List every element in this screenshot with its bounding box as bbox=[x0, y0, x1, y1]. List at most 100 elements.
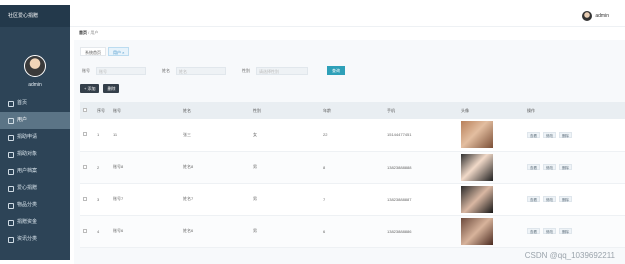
cell-ops: 查看 修改 删除 bbox=[524, 151, 625, 184]
sidebar-item-aid-request[interactable]: 捐助申请 bbox=[0, 129, 70, 146]
column-header: 头像 bbox=[458, 102, 524, 119]
sidebar-item-label: 用户 bbox=[17, 117, 28, 123]
sidebar-item-item-category[interactable]: 物品分类 bbox=[0, 197, 70, 214]
tab-users[interactable]: 用户 × bbox=[108, 47, 130, 56]
view-button[interactable]: 查看 bbox=[527, 228, 540, 234]
cell-no: 3 bbox=[94, 183, 110, 216]
edit-button[interactable]: 修改 bbox=[543, 196, 556, 202]
table-row: 1 11 张三 女 22 15144477451 查看 修改 删除 bbox=[80, 119, 625, 152]
checkbox[interactable] bbox=[83, 228, 87, 233]
sidebar-item-news-category[interactable]: 资讯分类 bbox=[0, 231, 70, 248]
cell-no: 4 bbox=[94, 215, 110, 248]
sidebar-item-label: 爱心捐赠 bbox=[17, 185, 38, 191]
table-row: 2 账号8 姓名8 男 8 13823888888 查看 修改 删除 bbox=[80, 151, 625, 184]
cell-age: 7 bbox=[320, 183, 384, 216]
edit-button[interactable]: 修改 bbox=[543, 228, 556, 234]
row-select[interactable] bbox=[80, 215, 94, 248]
row-delete-button[interactable]: 删除 bbox=[559, 131, 572, 138]
select-all-header[interactable] bbox=[80, 102, 94, 119]
cell-gender: 男 bbox=[250, 151, 320, 184]
edit-button[interactable]: 修改 bbox=[543, 131, 556, 138]
name-input[interactable]: 姓名 bbox=[176, 66, 226, 75]
cell-avatar bbox=[458, 183, 524, 216]
user-photo bbox=[461, 185, 493, 213]
sidebar-profile: admin bbox=[0, 55, 70, 88]
top-user-menu[interactable]: admin bbox=[582, 11, 609, 21]
query-button[interactable]: 查询 bbox=[327, 66, 345, 75]
sidebar-item-label: 捐赠资金 bbox=[17, 219, 38, 225]
cell-name: 姓名7 bbox=[180, 183, 250, 216]
row-delete-button[interactable]: 删除 bbox=[559, 196, 572, 202]
checkbox[interactable] bbox=[83, 164, 87, 169]
cell-account: 账号7 bbox=[110, 183, 180, 216]
cell-age: 8 bbox=[320, 151, 384, 184]
home-icon bbox=[8, 100, 14, 107]
cell-phone: 13823888888 bbox=[384, 151, 458, 184]
column-header: 年龄 bbox=[320, 102, 384, 119]
top-bar: admin bbox=[70, 5, 625, 27]
list-icon bbox=[8, 151, 14, 158]
column-header: 操作 bbox=[524, 102, 625, 119]
checkbox[interactable] bbox=[83, 196, 87, 201]
cell-ops: 查看 修改 删除 bbox=[524, 215, 625, 248]
breadcrumb-home[interactable]: 首页 bbox=[79, 30, 87, 35]
cell-phone: 13823888887 bbox=[384, 183, 458, 216]
sidebar-item-home[interactable]: 首页 bbox=[0, 95, 70, 112]
edit-button[interactable]: 修改 bbox=[543, 164, 556, 170]
top-username: admin bbox=[595, 13, 609, 19]
sidebar-item-user-profile[interactable]: 用户档案 bbox=[0, 163, 70, 180]
watermark: CSDN @qq_1039692211 bbox=[524, 251, 615, 260]
cell-phone: 13823888886 bbox=[384, 215, 458, 248]
cell-name: 张三 bbox=[180, 119, 250, 152]
breadcrumb: 首页 / 用户 bbox=[79, 30, 98, 36]
cell-phone: 15144477451 bbox=[384, 119, 458, 152]
search-form: 账号 账号 姓名 姓名 性别 请选择性别 查询 bbox=[82, 66, 345, 75]
view-button[interactable]: 查看 bbox=[527, 196, 540, 202]
row-delete-button[interactable]: 删除 bbox=[559, 228, 572, 234]
sidebar-item-users[interactable]: 用户 bbox=[0, 112, 70, 129]
cell-gender: 男 bbox=[250, 215, 320, 248]
page-tabs: 系统首页 用户 × bbox=[80, 47, 130, 56]
row-select[interactable] bbox=[80, 151, 94, 184]
column-header: 账号 bbox=[110, 102, 180, 119]
user-photo bbox=[461, 121, 493, 149]
table-header-row: 序号 账号 姓名 性别 年龄 手机 头像 操作 bbox=[80, 102, 625, 119]
view-button[interactable]: 查看 bbox=[527, 164, 540, 170]
send-icon bbox=[8, 219, 14, 226]
name-label: 姓名 bbox=[162, 67, 170, 73]
cell-avatar bbox=[458, 151, 524, 184]
sidebar-item-donation[interactable]: 爱心捐赠 bbox=[0, 180, 70, 197]
app-brand: 社区爱心捐赠 bbox=[0, 5, 70, 27]
sidebar-item-label: 物品分类 bbox=[17, 202, 38, 208]
checkbox[interactable] bbox=[83, 132, 87, 137]
cell-name: 姓名8 bbox=[180, 151, 250, 184]
cell-ops: 查看 修改 删除 bbox=[524, 183, 625, 216]
sidebar-item-label: 首页 bbox=[17, 100, 28, 106]
avatar[interactable] bbox=[24, 55, 46, 77]
row-delete-button[interactable]: 删除 bbox=[559, 164, 572, 170]
sidebar-item-aid-target[interactable]: 捐助对象 bbox=[0, 146, 70, 163]
add-button[interactable]: + 添加 bbox=[80, 84, 100, 93]
cell-account: 账号8 bbox=[110, 151, 180, 184]
list-icon bbox=[8, 236, 14, 243]
row-select[interactable] bbox=[80, 183, 94, 216]
admin-name: admin bbox=[28, 82, 42, 88]
main-content: 系统首页 用户 × 账号 账号 姓名 姓名 性别 请选择性别 查询 + 添加 删… bbox=[74, 40, 625, 264]
account-input[interactable]: 账号 bbox=[96, 66, 146, 75]
checkbox[interactable] bbox=[83, 108, 87, 112]
list-icon bbox=[8, 134, 14, 141]
sidebar-item-label: 捐助申请 bbox=[17, 134, 38, 140]
account-label: 账号 bbox=[82, 67, 90, 73]
cell-no: 2 bbox=[94, 151, 110, 184]
avatar bbox=[582, 11, 593, 21]
gender-select[interactable]: 请选择性别 bbox=[256, 66, 308, 75]
sidebar-item-donation-funds[interactable]: 捐赠资金 bbox=[0, 214, 70, 231]
view-button[interactable]: 查看 bbox=[527, 131, 540, 138]
sidebar-item-label: 用户档案 bbox=[17, 168, 38, 174]
delete-button[interactable]: 删除 bbox=[103, 84, 120, 93]
row-select[interactable] bbox=[80, 119, 94, 152]
app-window: 社区爱心捐赠 admin 首页 用户 捐助申请 捐助对象 用户档案 爱心捐赠 物… bbox=[0, 0, 625, 264]
table-row: 3 账号7 姓名7 男 7 13823888887 查看 修改 删除 bbox=[80, 183, 625, 216]
tab-system-home[interactable]: 系统首页 bbox=[80, 47, 106, 56]
users-icon bbox=[8, 117, 14, 124]
